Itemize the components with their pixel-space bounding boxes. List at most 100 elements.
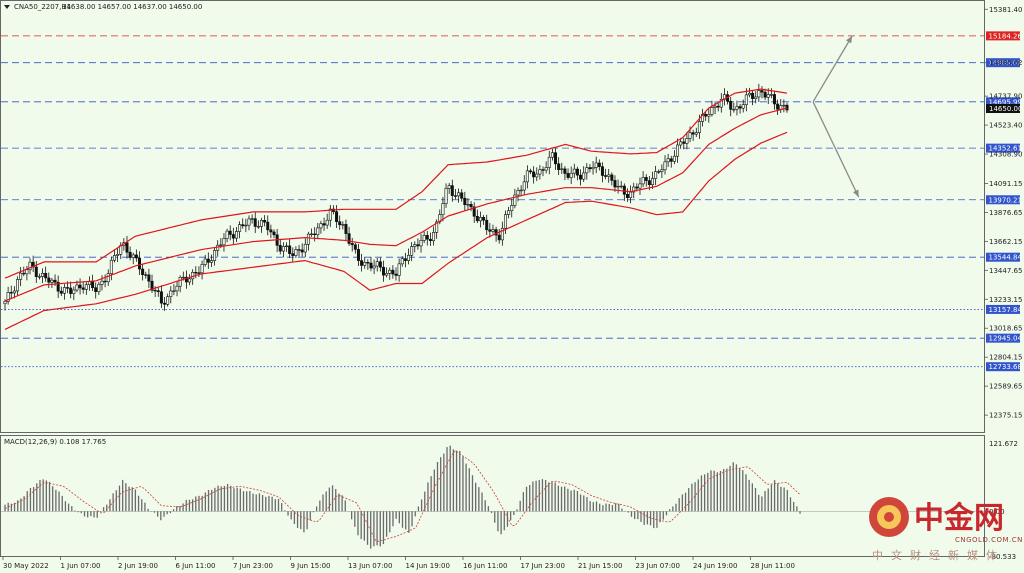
bollinger-upper-line — [4, 88, 788, 279]
x-tick-label-10: 21 Jun 15:00 — [578, 562, 622, 570]
candle-body — [676, 144, 680, 157]
candle-body — [535, 173, 539, 178]
candle-body — [319, 223, 323, 229]
candle-body — [447, 185, 451, 189]
candle-body — [516, 190, 520, 196]
candle-body — [732, 108, 736, 111]
candle-body — [272, 231, 276, 236]
x-tick-label-13: 28 Jun 11:00 — [751, 562, 795, 570]
candle-body — [9, 292, 13, 294]
y-tick-label-9: 13233.15 — [989, 296, 1022, 304]
y-tick-label-12: 12589.65 — [989, 383, 1022, 391]
candle-body — [550, 152, 554, 158]
candle-body — [510, 205, 514, 212]
candle-body — [37, 276, 41, 278]
candle-body — [153, 289, 157, 292]
candle-body — [679, 141, 683, 146]
candle-body — [569, 172, 573, 178]
candle-body — [250, 218, 254, 220]
candle-body — [166, 296, 170, 305]
candle-body — [425, 235, 429, 240]
candle-body — [544, 167, 548, 171]
candle-body — [194, 272, 198, 274]
candle-body — [757, 90, 761, 98]
candle-body — [403, 258, 407, 261]
watermark-brand-cn: 中金网 — [914, 501, 1004, 536]
candle-body — [525, 170, 529, 183]
candle-body — [694, 132, 698, 135]
candle-body — [112, 255, 116, 261]
candle-body — [169, 290, 173, 297]
candle-body — [172, 290, 176, 292]
candle-body — [288, 245, 292, 254]
candle-body — [34, 266, 38, 277]
candle-body — [375, 261, 379, 267]
candle-body — [463, 197, 467, 205]
candle-body — [44, 273, 48, 279]
candle-body — [316, 227, 320, 235]
candle-body — [650, 178, 654, 186]
candle-body — [450, 185, 454, 196]
candle-body — [672, 155, 676, 162]
candle-body — [297, 249, 301, 251]
candle-body — [72, 289, 76, 294]
ohlc-values: 14638.00 14657.00 14637.00 14650.00 — [62, 3, 202, 11]
x-tick-label-8: 16 Jun 11:00 — [463, 562, 507, 570]
candle-body — [572, 168, 576, 174]
candle-body — [206, 258, 210, 263]
candle-body — [769, 94, 773, 96]
candle-body — [738, 106, 742, 109]
candle-body — [209, 260, 213, 263]
candle-body — [482, 217, 486, 221]
candle-body — [729, 100, 733, 110]
candle-body — [84, 284, 88, 290]
candle-body — [776, 103, 780, 110]
candle-body — [128, 251, 132, 258]
candle-body — [338, 221, 342, 226]
candle-body — [591, 167, 595, 170]
x-tick-label-0: 30 May 2022 — [3, 562, 49, 570]
macd-title: MACD(12,26,9) 0.108 17.765 — [4, 438, 106, 446]
candle-body — [234, 231, 238, 239]
level-label-6: 13157.84 — [989, 306, 1023, 314]
candle-body — [231, 234, 235, 239]
candle-body — [125, 242, 129, 253]
candle-body — [563, 168, 567, 174]
candle-body — [116, 253, 120, 256]
candle-body — [710, 107, 714, 115]
candle-body — [760, 90, 764, 93]
watermark-logo: 中金网 CNGOLD.COM.CN 中文财经新媒体 — [869, 497, 1022, 562]
candle-body — [588, 167, 592, 170]
candle-body — [400, 258, 404, 265]
candle-body — [247, 218, 251, 226]
candle-body — [266, 221, 270, 231]
candle-body — [582, 172, 586, 180]
level-label-0: 15184.26 — [989, 32, 1023, 40]
candle-body — [269, 229, 273, 233]
dropdown-triangle-icon[interactable] — [4, 5, 10, 9]
candle-body — [394, 273, 398, 276]
candle-body — [766, 94, 770, 98]
candle-body — [444, 188, 448, 204]
candle-body — [106, 273, 110, 283]
candle-body — [306, 233, 310, 245]
candle-body — [613, 180, 617, 188]
candle-body — [325, 219, 329, 226]
candle-body — [532, 171, 536, 178]
candle-body — [466, 204, 470, 206]
candle-body — [366, 262, 370, 264]
candle-body — [541, 169, 545, 171]
candle-body — [607, 174, 611, 177]
level-label-4: 13970.21 — [989, 196, 1022, 204]
x-tick-label-11: 23 Jun 07:00 — [636, 562, 680, 570]
candle-body — [697, 121, 701, 133]
candle-body — [256, 225, 260, 228]
candle-body — [669, 158, 673, 162]
y-tick-label-2: 14737.90 — [989, 93, 1022, 101]
candle-body — [310, 233, 314, 236]
candle-body — [388, 269, 392, 274]
candle-body — [641, 177, 645, 185]
candle-body — [350, 243, 354, 246]
candle-body — [228, 230, 232, 235]
candle-body — [622, 185, 626, 195]
